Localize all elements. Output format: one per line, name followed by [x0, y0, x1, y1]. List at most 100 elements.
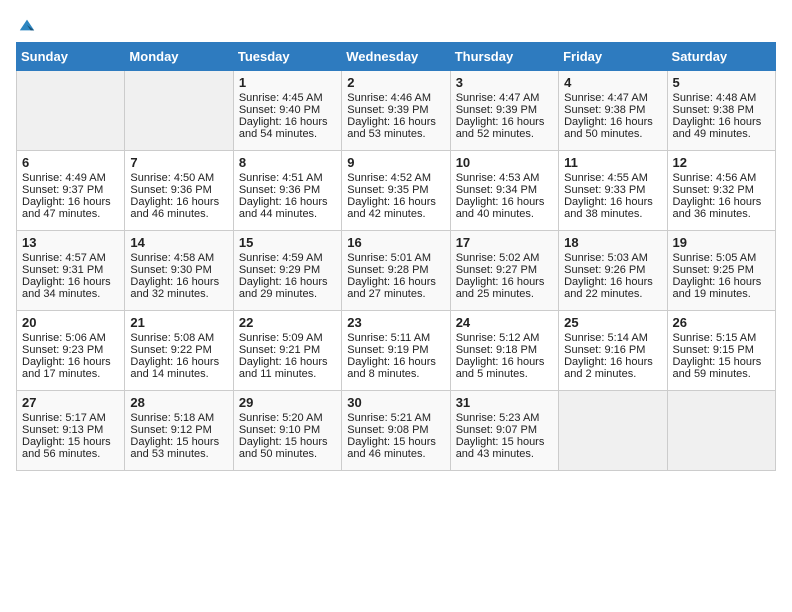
calendar-week-row: 27Sunrise: 5:17 AMSunset: 9:13 PMDayligh… [17, 391, 776, 471]
sunrise-text: Sunrise: 5:17 AM [22, 412, 119, 424]
sunrise-text: Sunrise: 4:57 AM [22, 252, 119, 264]
day-number: 16 [347, 235, 444, 250]
daylight-text: Daylight: 15 hours and 43 minutes. [456, 436, 553, 460]
day-number: 14 [130, 235, 227, 250]
daylight-text: Daylight: 15 hours and 53 minutes. [130, 436, 227, 460]
sunset-text: Sunset: 9:39 PM [456, 104, 553, 116]
sunrise-text: Sunrise: 5:12 AM [456, 332, 553, 344]
daylight-text: Daylight: 16 hours and 2 minutes. [564, 356, 661, 380]
sunset-text: Sunset: 9:30 PM [130, 264, 227, 276]
daylight-text: Daylight: 15 hours and 50 minutes. [239, 436, 336, 460]
day-of-week-header: Saturday [667, 43, 775, 71]
day-number: 10 [456, 155, 553, 170]
sunrise-text: Sunrise: 4:59 AM [239, 252, 336, 264]
calendar-cell: 27Sunrise: 5:17 AMSunset: 9:13 PMDayligh… [17, 391, 125, 471]
sunrise-text: Sunrise: 4:55 AM [564, 172, 661, 184]
sunrise-text: Sunrise: 4:53 AM [456, 172, 553, 184]
daylight-text: Daylight: 16 hours and 8 minutes. [347, 356, 444, 380]
sunrise-text: Sunrise: 5:15 AM [673, 332, 770, 344]
daylight-text: Daylight: 16 hours and 49 minutes. [673, 116, 770, 140]
calendar-cell: 2Sunrise: 4:46 AMSunset: 9:39 PMDaylight… [342, 71, 450, 151]
sunrise-text: Sunrise: 5:20 AM [239, 412, 336, 424]
sunrise-text: Sunrise: 5:08 AM [130, 332, 227, 344]
sunset-text: Sunset: 9:36 PM [130, 184, 227, 196]
day-number: 23 [347, 315, 444, 330]
sunset-text: Sunset: 9:18 PM [456, 344, 553, 356]
calendar-cell: 6Sunrise: 4:49 AMSunset: 9:37 PMDaylight… [17, 151, 125, 231]
daylight-text: Daylight: 16 hours and 50 minutes. [564, 116, 661, 140]
sunset-text: Sunset: 9:33 PM [564, 184, 661, 196]
daylight-text: Daylight: 15 hours and 46 minutes. [347, 436, 444, 460]
sunset-text: Sunset: 9:25 PM [673, 264, 770, 276]
sunrise-text: Sunrise: 4:46 AM [347, 92, 444, 104]
sunset-text: Sunset: 9:38 PM [673, 104, 770, 116]
logo-icon [18, 16, 36, 34]
day-number: 15 [239, 235, 336, 250]
calendar-cell: 7Sunrise: 4:50 AMSunset: 9:36 PMDaylight… [125, 151, 233, 231]
sunrise-text: Sunrise: 5:05 AM [673, 252, 770, 264]
calendar-cell: 11Sunrise: 4:55 AMSunset: 9:33 PMDayligh… [559, 151, 667, 231]
sunrise-text: Sunrise: 4:58 AM [130, 252, 227, 264]
sunset-text: Sunset: 9:38 PM [564, 104, 661, 116]
daylight-text: Daylight: 16 hours and 5 minutes. [456, 356, 553, 380]
daylight-text: Daylight: 16 hours and 52 minutes. [456, 116, 553, 140]
calendar-cell: 3Sunrise: 4:47 AMSunset: 9:39 PMDaylight… [450, 71, 558, 151]
day-number: 19 [673, 235, 770, 250]
sunrise-text: Sunrise: 4:47 AM [456, 92, 553, 104]
sunrise-text: Sunrise: 4:48 AM [673, 92, 770, 104]
day-of-week-header: Thursday [450, 43, 558, 71]
sunrise-text: Sunrise: 5:02 AM [456, 252, 553, 264]
sunset-text: Sunset: 9:08 PM [347, 424, 444, 436]
calendar-cell: 28Sunrise: 5:18 AMSunset: 9:12 PMDayligh… [125, 391, 233, 471]
sunset-text: Sunset: 9:15 PM [673, 344, 770, 356]
sunrise-text: Sunrise: 4:45 AM [239, 92, 336, 104]
sunset-text: Sunset: 9:10 PM [239, 424, 336, 436]
day-number: 28 [130, 395, 227, 410]
sunset-text: Sunset: 9:19 PM [347, 344, 444, 356]
day-number: 18 [564, 235, 661, 250]
calendar-cell: 4Sunrise: 4:47 AMSunset: 9:38 PMDaylight… [559, 71, 667, 151]
sunset-text: Sunset: 9:21 PM [239, 344, 336, 356]
sunset-text: Sunset: 9:35 PM [347, 184, 444, 196]
calendar-cell: 12Sunrise: 4:56 AMSunset: 9:32 PMDayligh… [667, 151, 775, 231]
sunrise-text: Sunrise: 4:52 AM [347, 172, 444, 184]
daylight-text: Daylight: 16 hours and 11 minutes. [239, 356, 336, 380]
daylight-text: Daylight: 16 hours and 42 minutes. [347, 196, 444, 220]
page-header [16, 16, 776, 34]
day-number: 2 [347, 75, 444, 90]
sunset-text: Sunset: 9:36 PM [239, 184, 336, 196]
day-of-week-header: Monday [125, 43, 233, 71]
calendar-cell: 26Sunrise: 5:15 AMSunset: 9:15 PMDayligh… [667, 311, 775, 391]
daylight-text: Daylight: 16 hours and 25 minutes. [456, 276, 553, 300]
sunset-text: Sunset: 9:39 PM [347, 104, 444, 116]
calendar-cell: 22Sunrise: 5:09 AMSunset: 9:21 PMDayligh… [233, 311, 341, 391]
calendar-cell: 16Sunrise: 5:01 AMSunset: 9:28 PMDayligh… [342, 231, 450, 311]
day-of-week-header: Friday [559, 43, 667, 71]
calendar-cell: 31Sunrise: 5:23 AMSunset: 9:07 PMDayligh… [450, 391, 558, 471]
sunset-text: Sunset: 9:07 PM [456, 424, 553, 436]
sunrise-text: Sunrise: 4:49 AM [22, 172, 119, 184]
day-number: 26 [673, 315, 770, 330]
day-number: 7 [130, 155, 227, 170]
calendar-table: SundayMondayTuesdayWednesdayThursdayFrid… [16, 42, 776, 471]
sunrise-text: Sunrise: 5:18 AM [130, 412, 227, 424]
calendar-cell: 13Sunrise: 4:57 AMSunset: 9:31 PMDayligh… [17, 231, 125, 311]
calendar-week-row: 1Sunrise: 4:45 AMSunset: 9:40 PMDaylight… [17, 71, 776, 151]
day-number: 13 [22, 235, 119, 250]
sunrise-text: Sunrise: 5:01 AM [347, 252, 444, 264]
day-number: 30 [347, 395, 444, 410]
calendar-cell: 9Sunrise: 4:52 AMSunset: 9:35 PMDaylight… [342, 151, 450, 231]
daylight-text: Daylight: 16 hours and 46 minutes. [130, 196, 227, 220]
day-number: 12 [673, 155, 770, 170]
day-number: 24 [456, 315, 553, 330]
daylight-text: Daylight: 16 hours and 17 minutes. [22, 356, 119, 380]
daylight-text: Daylight: 16 hours and 47 minutes. [22, 196, 119, 220]
calendar-cell: 25Sunrise: 5:14 AMSunset: 9:16 PMDayligh… [559, 311, 667, 391]
logo [16, 16, 36, 34]
calendar-cell: 21Sunrise: 5:08 AMSunset: 9:22 PMDayligh… [125, 311, 233, 391]
day-number: 22 [239, 315, 336, 330]
calendar-cell [559, 391, 667, 471]
day-number: 29 [239, 395, 336, 410]
day-number: 4 [564, 75, 661, 90]
sunset-text: Sunset: 9:28 PM [347, 264, 444, 276]
